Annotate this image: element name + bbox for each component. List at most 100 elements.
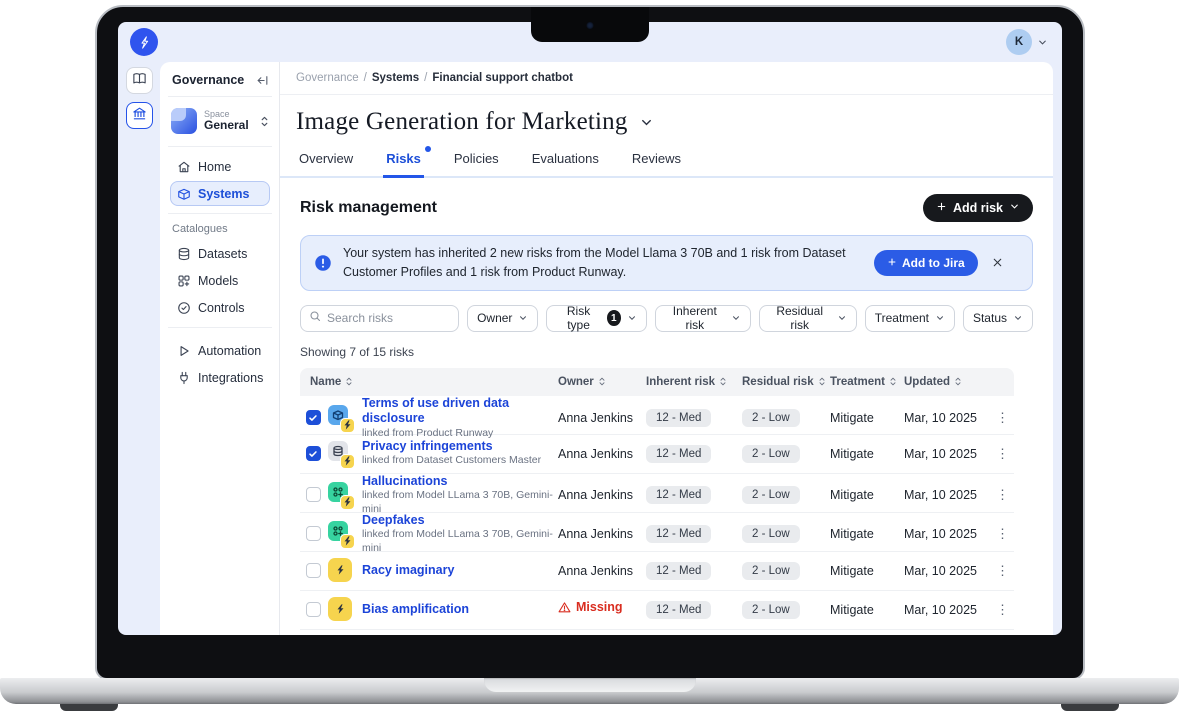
owner-missing-badge: Missing [558,600,623,614]
risk-treatment: Mitigate [830,488,904,502]
catalogues-label: Catalogues [170,214,270,241]
table-row[interactable]: Terms of use driven data disclosure link… [300,396,1014,435]
col-header-inherent-risk[interactable]: Inherent risk [646,376,742,388]
row-checkbox[interactable] [306,563,321,578]
row-checkbox[interactable] [306,410,321,425]
plug-icon [177,371,191,385]
sidebar-item-label: Models [198,274,238,288]
sort-icon [954,376,962,387]
row-menu-button[interactable]: ⋮ [992,602,1014,617]
table-header-row: Name Owner Inherent risk Residual risk T… [300,368,1014,396]
row-menu-button[interactable]: ⋮ [992,446,1014,461]
row-checkbox[interactable] [306,487,321,502]
filter-risk-type[interactable]: Risk type 1 [546,305,647,332]
breadcrumb-item[interactable]: Governance [296,72,359,84]
risk-name-link[interactable]: Deepfakes [362,513,558,529]
sidebar-item-home[interactable]: Home [170,154,270,179]
col-header-updated[interactable]: Updated [904,376,990,388]
risk-name-link[interactable]: Hallucinations [362,474,558,490]
tab-risks[interactable]: Risks [383,147,424,178]
row-checkbox[interactable] [306,446,321,461]
risk-treatment: Mitigate [830,527,904,541]
search-input[interactable] [327,311,450,325]
governance-rail-button[interactable] [126,102,153,129]
sidebar-item-automation[interactable]: Automation [170,338,270,363]
play-icon [177,344,191,358]
space-selector[interactable]: Space General [170,97,270,146]
row-checkbox[interactable] [306,602,321,617]
app-logo-icon[interactable] [130,28,158,56]
risk-name-link[interactable]: Racy imaginary [362,563,558,579]
sidebar-item-controls[interactable]: Controls [170,295,270,320]
plus-icon [936,201,947,215]
row-menu-button[interactable]: ⋮ [992,487,1014,502]
risk-treatment: Mitigate [830,411,904,425]
close-icon[interactable] [989,254,1006,271]
risk-name-link[interactable]: Bias amplification [362,602,558,618]
filter-status[interactable]: Status [963,305,1033,332]
breadcrumb-item[interactable]: Systems [372,72,419,84]
sidebar-item-integrations[interactable]: Integrations [170,365,270,390]
table-row[interactable]: Bias amplification Missing 12 - Med 2 - … [300,591,1014,630]
sidebar-item-datasets[interactable]: Datasets [170,241,270,266]
row-menu-button[interactable]: ⋮ [992,526,1014,541]
row-checkbox[interactable] [306,526,321,541]
col-header-treatment[interactable]: Treatment [830,376,904,388]
risk-bolt-icon [340,495,355,510]
models-grid-icon [177,274,191,288]
user-menu[interactable]: K [1006,29,1048,55]
banner-text: Your system has inherited 2 new risks fr… [343,244,863,282]
tab-policies[interactable]: Policies [451,147,502,176]
search-icon [309,309,321,327]
table-row[interactable]: Racy imaginary Anna Jenkins 12 - Med 2 -… [300,552,1014,591]
docs-rail-button[interactable] [126,67,153,94]
row-menu-button[interactable]: ⋮ [992,410,1014,425]
residual-risk-badge: 2 - Low [742,445,800,463]
risk-bolt-icon [328,597,352,621]
row-menu-button[interactable]: ⋮ [992,563,1014,578]
filter-count-badge: 1 [607,310,621,326]
sidebar-item-systems[interactable]: Systems [170,181,270,206]
risk-owner: Anna Jenkins [558,488,633,502]
section-title: Risk management [300,199,437,217]
collapse-sidebar-button[interactable] [256,74,269,87]
tab-overview[interactable]: Overview [296,147,356,176]
col-header-name[interactable]: Name [300,376,558,388]
risk-updated-date: Mar, 10 2025 [904,447,990,461]
risk-owner: Anna Jenkins [558,564,633,578]
filter-inherent-risk[interactable]: Inherent risk [655,305,751,332]
residual-risk-badge: 2 - Low [742,601,800,619]
breadcrumb-item[interactable]: Financial support chatbot [432,72,573,84]
residual-risk-badge: 2 - Low [742,486,800,504]
add-to-jira-button[interactable]: Add to Jira [874,250,978,276]
page-title: Image Generation for Marketing [296,108,628,136]
tab-evaluations[interactable]: Evaluations [529,147,602,176]
chevron-down-icon [935,313,945,323]
results-count: Showing 7 of 15 risks [300,345,1033,359]
avatar[interactable]: K [1006,29,1032,55]
sidebar-item-label: Controls [198,301,245,315]
icon-rail [118,62,160,635]
table-row[interactable]: Privacy infringements linked from Datase… [300,435,1014,474]
main-content: Governance / Systems / Financial support… [280,62,1053,635]
plus-icon [887,256,897,270]
filter-treatment[interactable]: Treatment [865,305,955,332]
risk-name-link[interactable]: Privacy infringements [362,439,558,455]
title-chevron-down-icon[interactable] [639,115,654,130]
risk-updated-date: Mar, 10 2025 [904,527,990,541]
risk-table-body: Terms of use driven data disclosure link… [300,396,1014,630]
sidebar-item-models[interactable]: Models [170,268,270,293]
app-body: Governance Space General [118,62,1062,635]
table-row[interactable]: Deepfakes linked from Model LLama 3 70B,… [300,513,1014,552]
search-risks-field[interactable] [300,305,459,332]
col-header-owner[interactable]: Owner [558,376,646,388]
tab-reviews[interactable]: Reviews [629,147,684,176]
filter-owner[interactable]: Owner [467,305,538,332]
add-risk-button[interactable]: Add risk [923,194,1033,222]
filter-residual-risk[interactable]: Residual risk [759,305,857,332]
risk-name-link[interactable]: Terms of use driven data disclosure [362,396,558,427]
tab-bar: Overview Risks Policies Evaluations Revi… [280,147,1053,178]
col-header-residual-risk[interactable]: Residual risk [742,376,830,388]
table-row[interactable]: Hallucinations linked from Model LLama 3… [300,474,1014,513]
risk-bolt-icon [328,558,352,582]
